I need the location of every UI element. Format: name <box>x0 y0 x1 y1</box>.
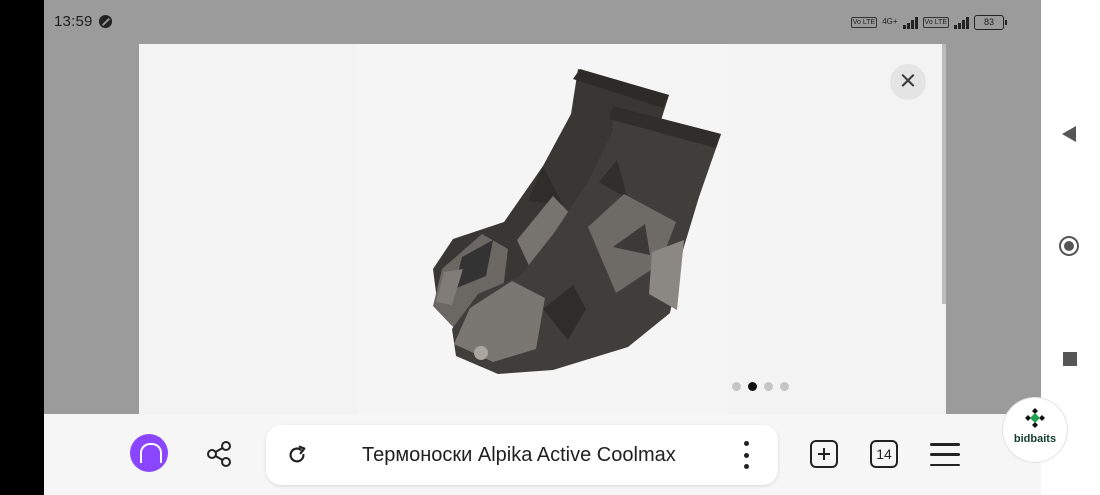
status-bar: 13:59 Vo LTE 4G+ Vo LTE 83 <box>44 0 1041 44</box>
image-viewer-sheet: × <box>139 44 946 414</box>
pagination-dot-active[interactable] <box>748 382 757 391</box>
home-icon[interactable] <box>1059 236 1079 256</box>
alice-assistant-button[interactable] <box>130 434 168 472</box>
volte-badge: Vo LTE <box>850 16 878 28</box>
share-icon[interactable] <box>204 439 234 469</box>
pagination-dot[interactable] <box>732 382 741 391</box>
back-icon[interactable] <box>1062 126 1076 142</box>
network-type: 4G+ <box>882 17 898 26</box>
plus-tab-icon[interactable] <box>810 440 838 468</box>
image-pagination <box>732 382 789 391</box>
tabs-count-button[interactable]: 14 <box>870 440 898 468</box>
bidbaits-logo: bidbaits <box>1003 398 1067 462</box>
bidbaits-text: bidbaits <box>1013 433 1057 445</box>
product-image[interactable] <box>358 44 789 414</box>
battery-indicator: 83 <box>974 14 1007 30</box>
status-time: 13:59 <box>54 13 93 30</box>
address-bar[interactable]: Термоноски Alpika Active Coolmax <box>266 425 778 485</box>
page-title[interactable]: Термоноски Alpika Active Coolmax <box>362 444 676 467</box>
pagination-dot[interactable] <box>780 382 789 391</box>
browser-screen: 13:59 Vo LTE 4G+ Vo LTE 83 × Термоноски … <box>44 0 1041 495</box>
second-signal-icon <box>954 16 969 29</box>
more-options-icon[interactable] <box>744 441 752 469</box>
reload-icon[interactable] <box>286 444 308 466</box>
second-volte-badge: Vo LTE <box>922 16 949 28</box>
moon-icon <box>98 14 113 29</box>
thermal-socks-image <box>358 44 728 414</box>
bidbaits-mark-icon <box>1025 408 1045 428</box>
browser-bottom-bar: Термоноски Alpika Active Coolmax 14 <box>44 414 1041 495</box>
status-indicators: Vo LTE 4G+ Vo LTE 83 <box>850 12 1007 32</box>
recents-icon[interactable] <box>1063 352 1077 366</box>
close-icon: × <box>899 65 917 97</box>
signal-icon <box>902 16 918 29</box>
close-button[interactable]: × <box>890 64 926 100</box>
pagination-dot[interactable] <box>764 382 773 391</box>
menu-icon[interactable] <box>930 443 960 466</box>
vertical-scrollbar[interactable] <box>942 44 946 304</box>
